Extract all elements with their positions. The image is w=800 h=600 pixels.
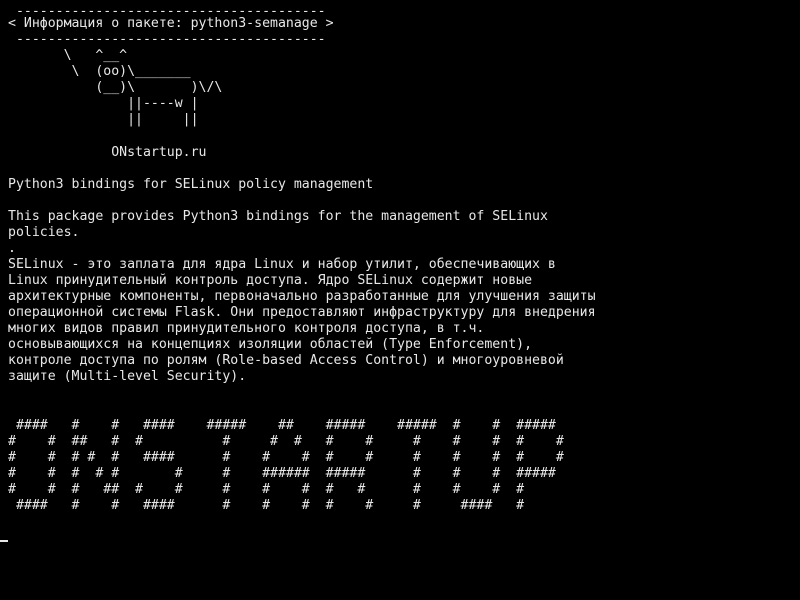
ascii-banner-line: # # ## # # # # # # # # # # # # [8,434,564,449]
cowsay-art-line: ||----w | [8,96,199,111]
ascii-banner-line: # # # # # # # ###### ##### # # # ##### [8,466,556,481]
package-summary: Python3 bindings for SELinux policy mana… [8,177,374,192]
cowsay-art-line: (__)\ )\/\ [8,80,223,95]
cowsay-art-line: || || [8,112,199,127]
description-line: защите (Multi-level Security). [8,369,247,384]
ascii-banner-line: #### # # #### # # # # # # #### # [8,498,525,513]
description-line: SELinux - это заплата для ядра Linux и н… [8,257,556,272]
cowsay-art-line: \ (oo)\_______ [8,64,191,79]
banner-title: < Информация о пакете: python3-semanage … [8,16,334,31]
site-credit: ONstartup.ru [8,145,207,160]
terminal-screen[interactable]: --------------------------------------- … [0,0,800,600]
description-line: policies. [8,225,80,240]
description-line: This package provides Python3 bindings f… [8,209,548,224]
description-line: Linux принудительный контроль доступа. Я… [8,273,533,288]
description-line: основывающихся на концепциях изоляции об… [8,337,533,352]
description-line: архитектурные компоненты, первоначально … [8,289,596,304]
description-line: операционной системы Flask. Они предоста… [8,305,596,320]
ascii-banner-line: #### # # #### ##### ## ##### ##### # # #… [8,418,556,433]
description-line: контроле доступа по ролям (Role-based Ac… [8,353,564,368]
ascii-banner-line: # # # ## # # # # # # # # # # # [8,482,525,497]
text-cursor [0,540,8,542]
banner-border-bottom: --------------------------------------- [8,32,326,47]
description-line: . [8,241,16,256]
description-line: многих видов правил принудительного конт… [8,321,485,336]
cowsay-art-line: \ ^__^ [8,48,128,63]
ascii-banner-line: # # # # # #### # # # # # # # # # # [8,450,564,465]
